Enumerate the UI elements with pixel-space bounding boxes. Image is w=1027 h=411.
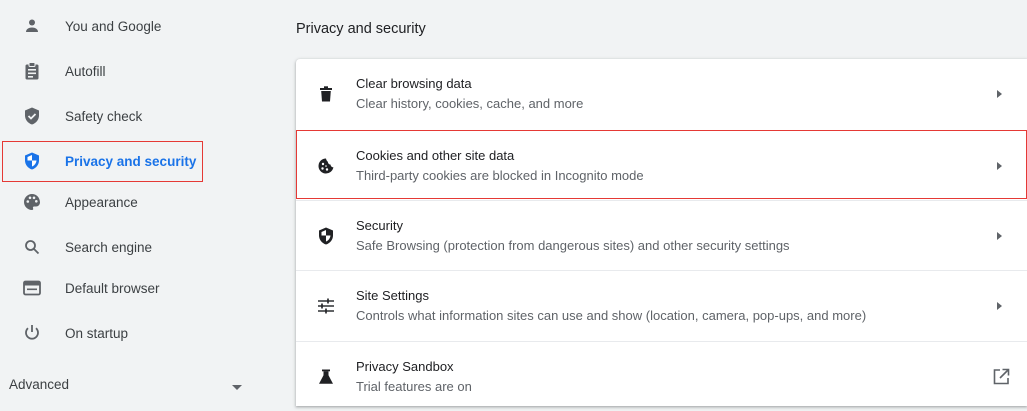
row-title: Site Settings xyxy=(356,288,429,303)
row-title: Privacy Sandbox xyxy=(356,359,454,374)
row-subtitle: Clear history, cookies, cache, and more xyxy=(356,96,584,111)
page-title: Privacy and security xyxy=(296,21,426,37)
chevron-right-icon xyxy=(997,161,1002,170)
sidebar-item-you-and-google[interactable]: You and Google xyxy=(0,4,260,48)
browser-window-icon xyxy=(22,278,42,298)
row-title: Cookies and other site data xyxy=(356,148,515,163)
sidebar-item-label: Autofill xyxy=(65,63,106,79)
chevron-down-icon xyxy=(232,385,242,390)
tune-icon xyxy=(316,296,336,316)
sidebar-item-label: Search engine xyxy=(65,239,153,255)
row-title: Security xyxy=(356,218,403,233)
sidebar-item-default-browser[interactable]: Default browser xyxy=(0,266,260,310)
advanced-section-toggle[interactable]: Advanced xyxy=(0,370,260,402)
row-clear-browsing-data[interactable]: Clear browsing data Clear history, cooki… xyxy=(296,59,1027,129)
search-icon xyxy=(22,237,42,257)
row-privacy-sandbox[interactable]: Privacy Sandbox Trial features are on xyxy=(296,341,1027,411)
sidebar-item-on-startup[interactable]: On startup xyxy=(0,311,260,355)
sidebar-item-label: Appearance xyxy=(65,194,138,210)
sidebar-item-label: On startup xyxy=(65,325,129,341)
sidebar-item-autofill[interactable]: Autofill xyxy=(0,49,260,93)
row-site-settings[interactable]: Site Settings Controls what information … xyxy=(296,270,1027,340)
chevron-right-icon xyxy=(997,90,1002,98)
open-in-new-icon[interactable] xyxy=(992,368,1010,386)
row-cookies-and-site-data[interactable]: Cookies and other site data Third-party … xyxy=(296,130,1027,200)
sidebar-item-label: Safety check xyxy=(65,108,143,124)
flask-icon xyxy=(316,367,336,387)
sidebar-item-label: You and Google xyxy=(65,18,162,34)
sidebar-item-privacy-and-security[interactable]: Privacy and security xyxy=(0,139,260,183)
power-icon xyxy=(22,323,42,343)
person-icon xyxy=(22,16,42,36)
sidebar-item-label: Privacy and security xyxy=(65,153,197,169)
sidebar-item-appearance[interactable]: Appearance xyxy=(0,180,260,224)
advanced-label: Advanced xyxy=(9,377,70,392)
shield-icon xyxy=(316,226,336,246)
shield-privacy-icon xyxy=(22,151,42,171)
row-title: Clear browsing data xyxy=(356,76,472,91)
row-subtitle: Safe Browsing (protection from dangerous… xyxy=(356,238,790,253)
sidebar: You and Google Autofill Safety check Pri… xyxy=(0,0,260,406)
row-subtitle: Trial features are on xyxy=(356,379,472,394)
trash-icon xyxy=(316,84,336,104)
settings-card: Clear browsing data Clear history, cooki… xyxy=(296,59,1027,406)
chevron-right-icon xyxy=(997,301,1002,310)
shield-check-icon xyxy=(22,106,42,126)
row-subtitle: Controls what information sites can use … xyxy=(356,308,867,323)
chevron-right-icon xyxy=(997,231,1002,240)
palette-icon xyxy=(22,192,42,212)
sidebar-item-search-engine[interactable]: Search engine xyxy=(0,225,260,269)
clipboard-icon xyxy=(22,61,42,81)
sidebar-item-safety-check[interactable]: Safety check xyxy=(0,94,260,138)
sidebar-item-label: Default browser xyxy=(65,280,160,296)
row-security[interactable]: Security Safe Browsing (protection from … xyxy=(296,200,1027,270)
row-subtitle: Third-party cookies are blocked in Incog… xyxy=(356,168,644,183)
cookie-icon xyxy=(316,156,336,176)
